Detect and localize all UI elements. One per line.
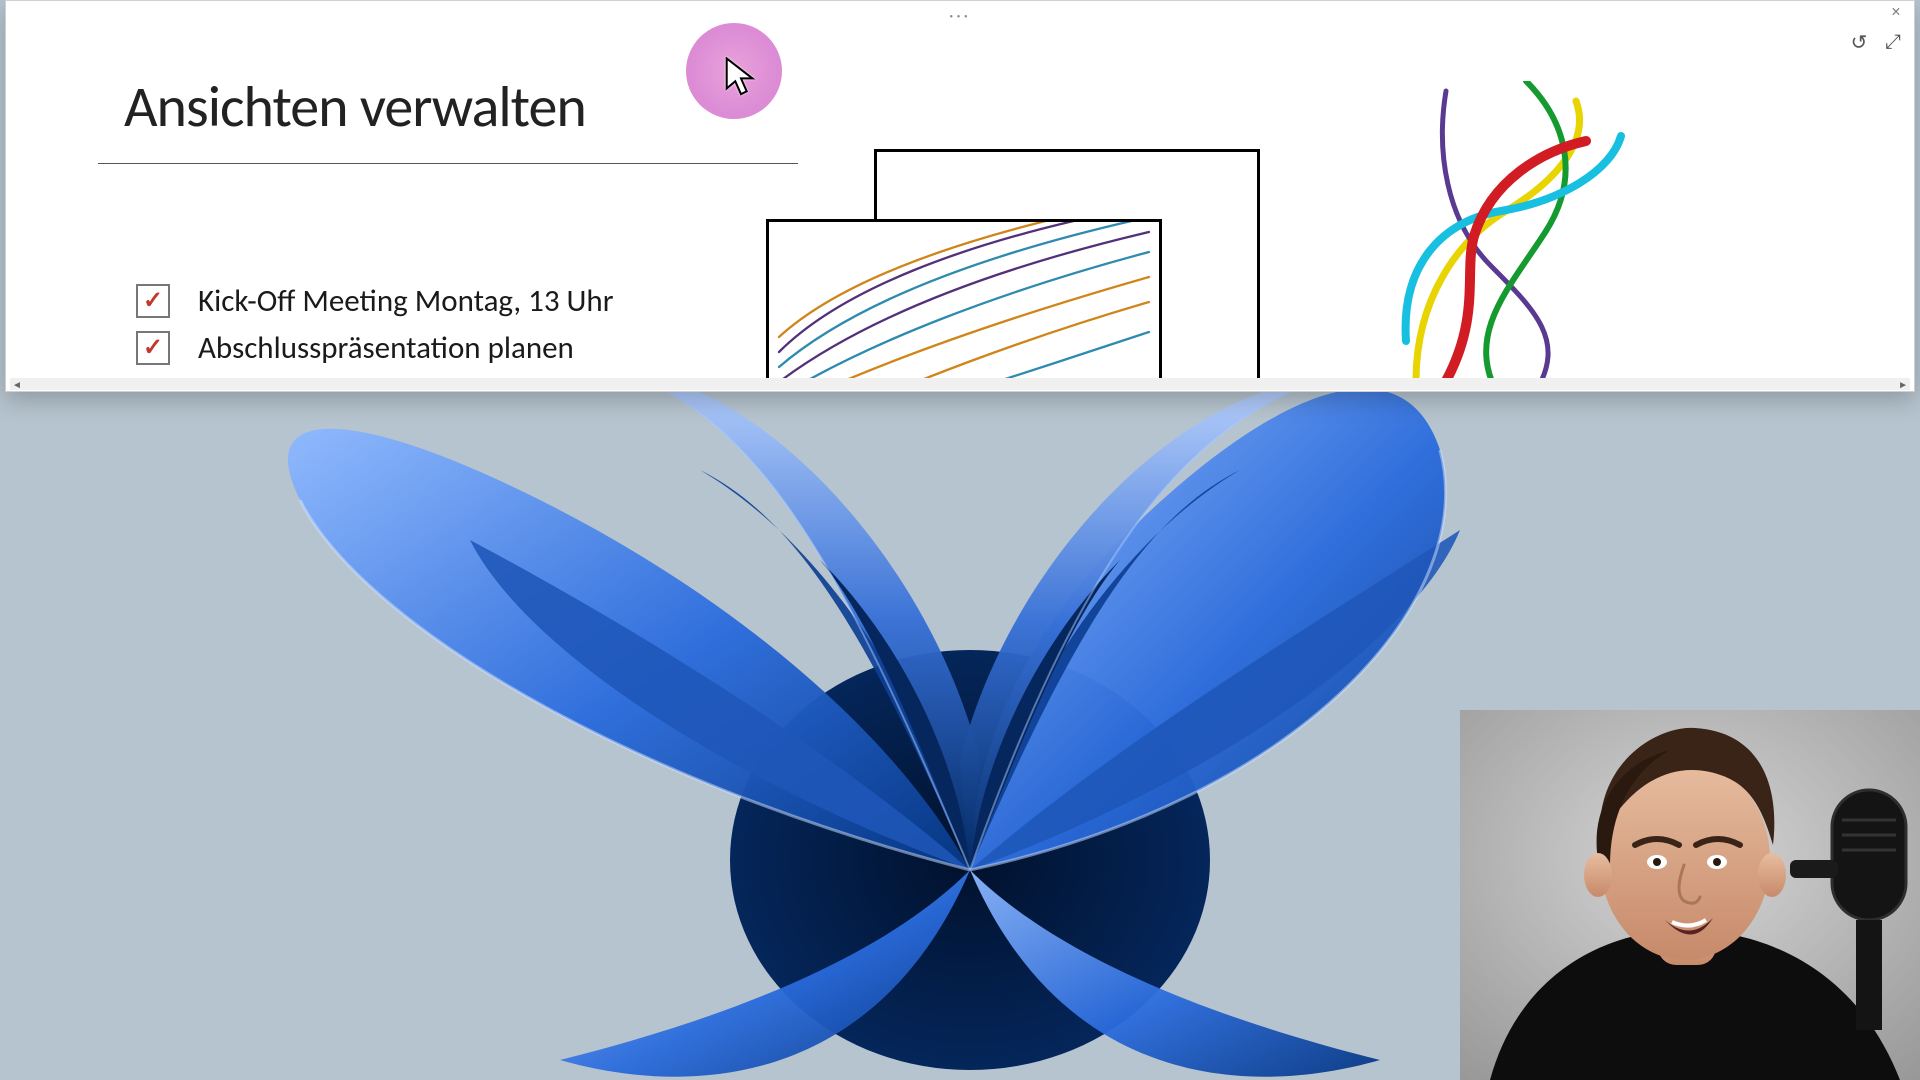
list-item-label: Abschlusspräsentation planen bbox=[198, 326, 574, 371]
close-button[interactable]: × bbox=[1886, 3, 1906, 23]
note-titlebar[interactable]: ··· × bbox=[6, 1, 1914, 21]
checkbox-icon[interactable]: ✓ bbox=[136, 331, 170, 365]
horizontal-scrollbar[interactable]: ◄ ► bbox=[10, 378, 1910, 390]
page-title[interactable]: Ansichten verwalten bbox=[124, 71, 586, 142]
list-item[interactable]: ✓ Kick-Off Meeting Montag, 13 Uhr bbox=[136, 279, 614, 324]
cursor-highlight bbox=[686, 23, 782, 119]
quick-note-window[interactable]: ··· × ↺ ⤢ Ansichten verwalten ✓ Kick-Off… bbox=[5, 0, 1915, 392]
list-item-label: Kick-Off Meeting Montag, 13 Uhr bbox=[198, 279, 614, 324]
webcam-overlay bbox=[1460, 710, 1920, 1080]
note-canvas[interactable]: Ansichten verwalten ✓ Kick-Off Meeting M… bbox=[6, 21, 1914, 379]
checkbox-icon[interactable]: ✓ bbox=[136, 284, 170, 318]
ink-scribble bbox=[1386, 81, 1666, 379]
title-underline bbox=[98, 163, 798, 164]
checklist: ✓ Kick-Off Meeting Montag, 13 Uhr ✓ Absc… bbox=[136, 279, 614, 379]
scroll-left-icon[interactable]: ◄ bbox=[12, 378, 22, 391]
list-item[interactable]: ✓ Abschlusspräsentation planen bbox=[136, 326, 614, 371]
scroll-right-icon[interactable]: ► bbox=[1898, 378, 1908, 391]
